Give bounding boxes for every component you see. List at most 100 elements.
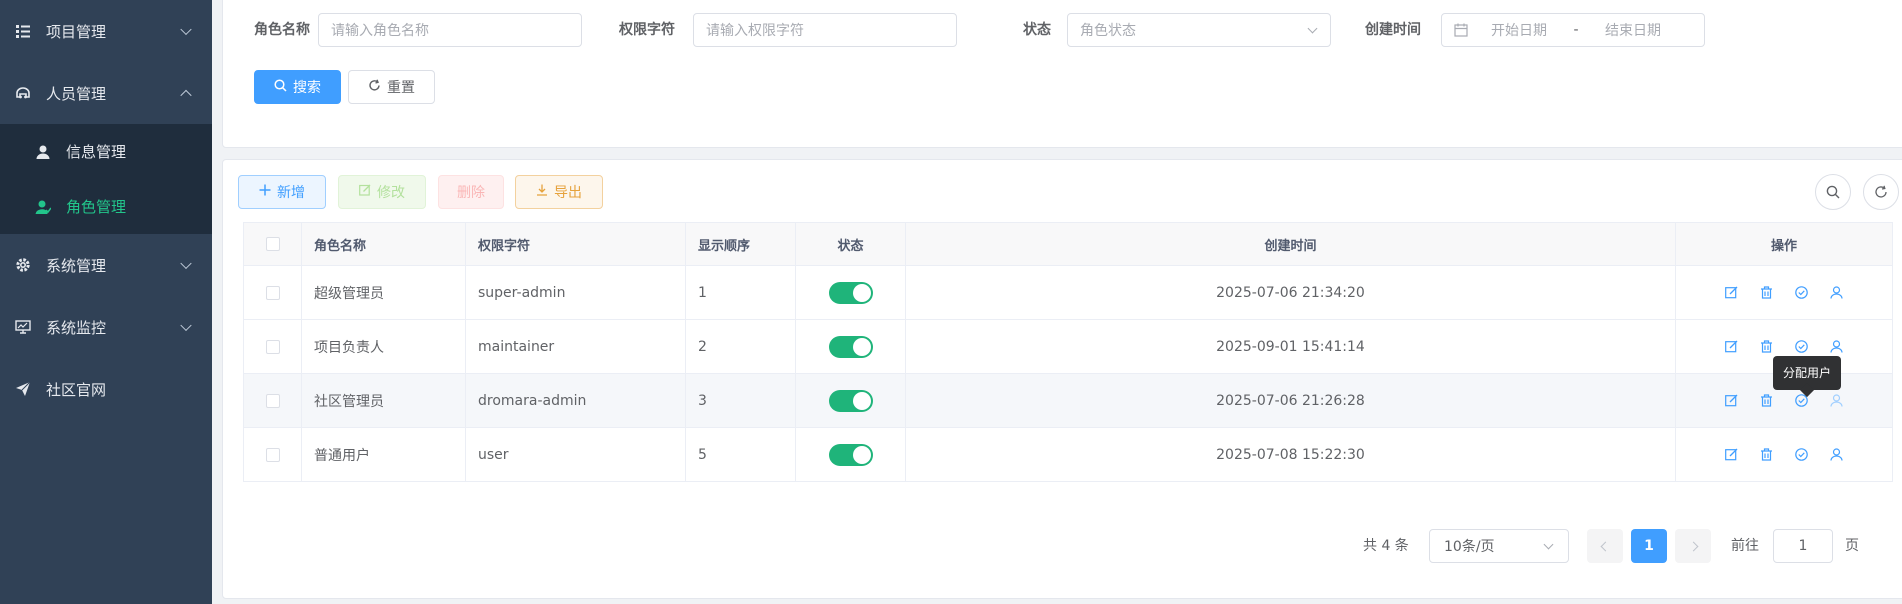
assign-user-icon[interactable] xyxy=(1828,284,1846,302)
add-button[interactable]: 新增 xyxy=(238,175,326,209)
check-circle-icon[interactable] xyxy=(1793,446,1811,464)
order-cell: 5 xyxy=(685,427,796,482)
roles-table: 角色名称 权限字符 显示顺序 状态 创建时间 操作 超级管理员 super-ad… xyxy=(243,222,1893,482)
delete-icon[interactable] xyxy=(1758,446,1776,464)
check-circle-icon[interactable] xyxy=(1793,338,1811,356)
header-status: 状态 xyxy=(795,222,906,266)
status-switch[interactable] xyxy=(828,389,873,412)
perm-key-label: 权限字符 xyxy=(619,22,675,38)
order-cell: 1 xyxy=(685,265,796,320)
assign-user-icon[interactable] xyxy=(1828,392,1846,410)
check-circle-icon[interactable] xyxy=(1793,284,1811,302)
actions-cell xyxy=(1675,427,1893,482)
page-1-button[interactable]: 1 xyxy=(1631,529,1667,563)
assign-user-icon[interactable] xyxy=(1828,446,1846,464)
created-time-label: 创建时间 xyxy=(1365,22,1421,38)
edit-icon[interactable] xyxy=(1723,392,1741,410)
status-cell xyxy=(795,427,906,482)
sidebar-item-community-site[interactable]: 社区官网 xyxy=(0,358,212,420)
table-row: 社区管理员 dromara-admin 3 2025-07-06 21:26:2… xyxy=(243,373,1893,428)
page-size-select[interactable]: 10条/页 xyxy=(1429,529,1569,563)
row-checkbox[interactable] xyxy=(265,339,280,354)
sidebar-item-project-management[interactable]: 项目管理 xyxy=(0,0,212,62)
edit-icon[interactable] xyxy=(1723,446,1741,464)
perm-key-cell: user xyxy=(465,427,686,482)
status-switch[interactable] xyxy=(828,281,873,304)
delete-button-label: 删除 xyxy=(457,185,485,201)
status-switch[interactable] xyxy=(828,335,873,358)
delete-icon[interactable] xyxy=(1758,284,1776,302)
search-icon xyxy=(1826,185,1840,199)
sidebar-item-personnel-management[interactable]: 人员管理 xyxy=(0,62,212,124)
role-name-input[interactable]: 请输入角色名称 xyxy=(318,13,582,47)
gear-icon xyxy=(14,256,32,274)
row-checkbox[interactable] xyxy=(265,447,280,462)
delete-icon[interactable] xyxy=(1758,338,1776,356)
delete-button[interactable]: 删除 xyxy=(438,175,504,209)
refresh-icon xyxy=(368,79,381,96)
perm-key-cell: super-admin xyxy=(465,265,686,320)
select-all-checkbox[interactable] xyxy=(265,237,280,251)
date-range-picker[interactable]: 开始日期 - 结束日期 xyxy=(1441,13,1705,47)
sidebar-item-label: 系统监控 xyxy=(46,318,107,337)
submenu-personnel: 信息管理 角色管理 xyxy=(0,124,212,234)
header-order: 显示顺序 xyxy=(685,222,796,266)
table-row: 超级管理员 super-admin 1 2025-07-06 21:34:20 xyxy=(243,265,1893,320)
list-icon xyxy=(14,22,32,40)
perm-key-placeholder: 请输入权限字符 xyxy=(706,23,804,39)
sidebar-item-system-management[interactable]: 系统管理 xyxy=(0,234,212,296)
actions-cell xyxy=(1675,265,1893,320)
sidebar-item-label: 社区官网 xyxy=(46,380,107,399)
status-cell xyxy=(795,265,906,320)
search-button[interactable]: 搜索 xyxy=(254,70,341,104)
refresh-table-button[interactable] xyxy=(1863,174,1899,210)
page-size-value: 10条/页 xyxy=(1444,539,1495,555)
chevron-down-icon xyxy=(180,23,192,36)
user-icon xyxy=(34,143,52,161)
sidebar: 项目管理 人员管理 信息管理 角色管理 系统管理 系统监控 社区官网 xyxy=(0,0,212,604)
delete-icon[interactable] xyxy=(1758,392,1776,410)
search-icon xyxy=(274,78,287,96)
order-cell: 3 xyxy=(685,373,796,428)
export-button[interactable]: 导出 xyxy=(515,175,603,209)
toggle-search-button[interactable] xyxy=(1815,174,1851,210)
header-actions: 操作 xyxy=(1675,222,1893,266)
role-name-cell: 超级管理员 xyxy=(301,265,466,320)
sidebar-item-role-management[interactable]: 角色管理 xyxy=(0,179,212,234)
sidebar-item-info-management[interactable]: 信息管理 xyxy=(0,124,212,179)
row-checkbox[interactable] xyxy=(265,393,280,408)
perm-key-cell: dromara-admin xyxy=(465,373,686,428)
table-row: 项目负责人 maintainer 2 2025-09-01 15:41:14 xyxy=(243,319,1893,374)
next-page-button[interactable] xyxy=(1675,529,1711,563)
goto-page-input[interactable]: 1 xyxy=(1773,529,1833,563)
perm-key-cell: maintainer xyxy=(465,319,686,374)
plus-icon xyxy=(259,184,271,200)
main-content: 角色名称 请输入角色名称 权限字符 请输入权限字符 状态 角色状态 创建时间 开… xyxy=(212,0,1902,604)
page-suffix: 页 xyxy=(1845,538,1859,554)
reset-button[interactable]: 重置 xyxy=(348,70,435,104)
perm-key-input[interactable]: 请输入权限字符 xyxy=(693,13,957,47)
team-icon xyxy=(14,84,32,102)
row-select-cell xyxy=(243,373,302,428)
table-card: 新增 修改 删除 导出 角色名称 权限字符 显示顺序 状态 创建时间 操作 超级… xyxy=(222,159,1902,599)
row-checkbox[interactable] xyxy=(265,285,280,300)
status-cell xyxy=(795,373,906,428)
role-name-cell: 社区管理员 xyxy=(301,373,466,428)
edit-icon[interactable] xyxy=(1723,338,1741,356)
table-header-row: 角色名称 权限字符 显示顺序 状态 创建时间 操作 xyxy=(243,222,1893,266)
order-cell: 2 xyxy=(685,319,796,374)
prev-page-button[interactable] xyxy=(1587,529,1623,563)
row-select-cell xyxy=(243,427,302,482)
chevron-up-icon xyxy=(180,89,192,102)
edit-icon[interactable] xyxy=(1723,284,1741,302)
sidebar-item-label: 系统管理 xyxy=(46,256,107,275)
assign-user-icon[interactable] xyxy=(1828,338,1846,356)
chevron-down-icon xyxy=(180,257,192,270)
reset-button-label: 重置 xyxy=(387,80,415,96)
status-switch[interactable] xyxy=(828,443,873,466)
sidebar-item-system-monitor[interactable]: 系统监控 xyxy=(0,296,212,358)
chevron-right-icon xyxy=(1688,541,1698,551)
edit-button[interactable]: 修改 xyxy=(338,175,426,209)
created-cell: 2025-07-06 21:26:28 xyxy=(905,373,1676,428)
status-select[interactable]: 角色状态 xyxy=(1067,13,1331,47)
